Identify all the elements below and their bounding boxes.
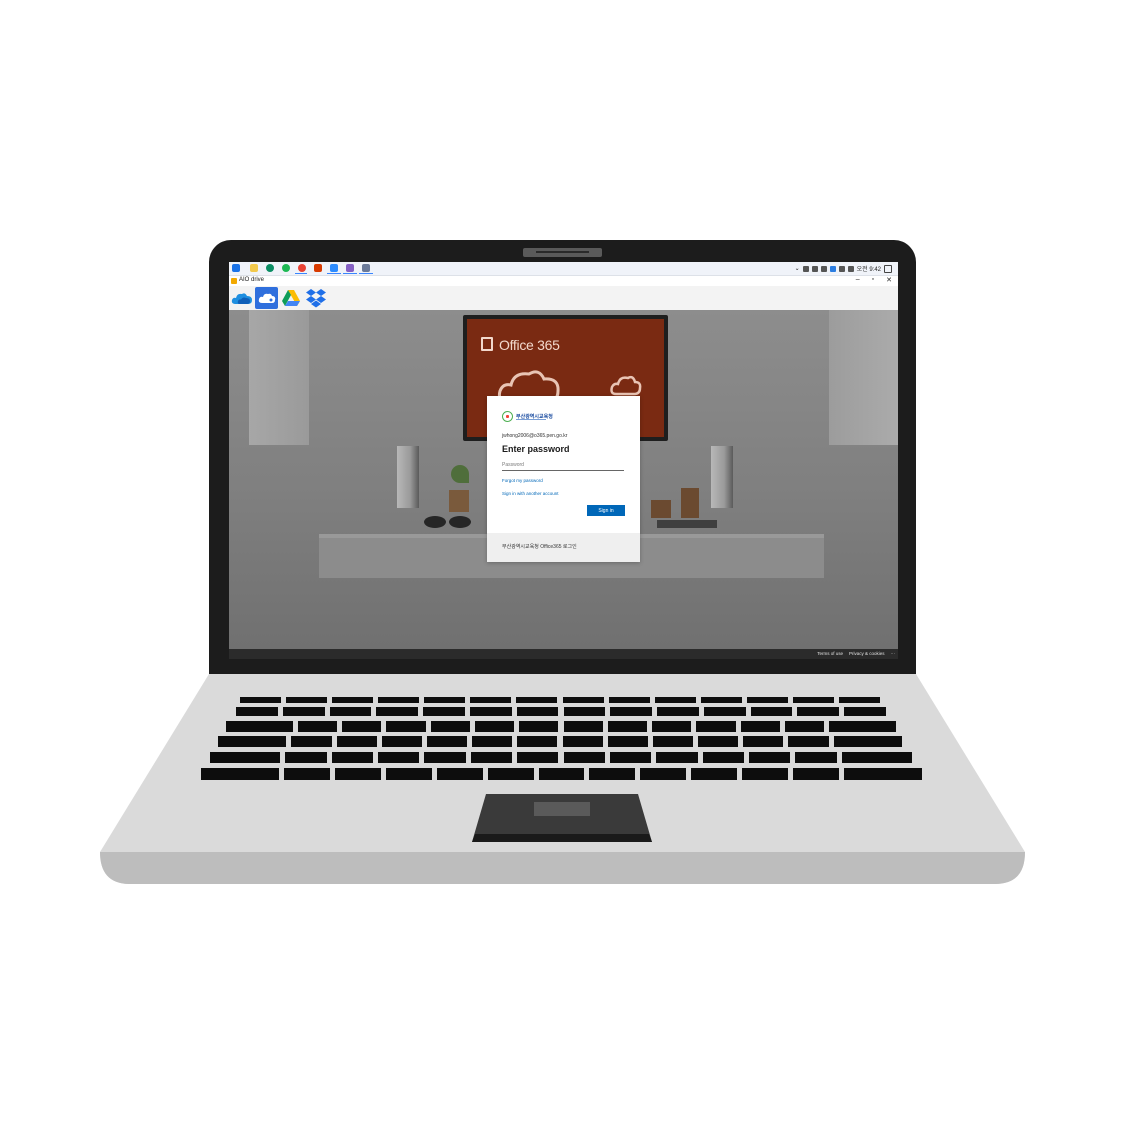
keyboard-key [610,707,653,716]
keyboard-key [517,752,559,763]
keyboard-key [470,752,513,763]
keyboard-key [519,721,559,732]
keyboard-key [843,768,922,780]
keyboard-key [334,768,381,780]
keyboard-key [424,752,466,763]
keyboard-key [742,768,789,780]
keyboard-key [329,707,372,716]
keyboard-key [562,736,603,747]
keyboard-key [240,697,282,703]
keyboard-key [563,721,603,732]
keyboard-key [654,697,696,703]
keyboard-key [226,721,293,732]
keyboard-key [563,752,605,763]
keyboard-key [469,707,512,716]
keyboard-key [516,697,558,703]
keyboard-key [691,768,738,780]
keyboard-key [795,752,837,763]
keyboard-key [652,736,694,747]
keyboard-key [750,707,793,716]
keyboard-key [562,697,604,703]
keyboard-key [784,721,825,732]
keyboard-key [297,721,338,732]
keyboard-key [702,752,744,763]
keyboard-key [331,752,374,763]
keyboard-key [236,707,278,716]
keyboard-key [563,707,606,716]
keyboard-key [342,721,382,732]
keyboard-key [838,697,880,703]
keyboard-key [656,752,698,763]
keyboard-key [538,768,585,780]
keyboard-key [282,707,325,716]
keyboard-key [841,752,912,763]
keyboard-key [700,697,742,703]
keyboard-key [792,697,834,703]
keyboard-key [286,697,328,703]
keyboard-key [426,736,468,747]
keyboard-key [517,736,558,747]
keyboard-key [788,736,829,747]
keyboard-key [378,697,420,703]
keyboard-key [833,736,902,747]
keyboard-key [378,752,420,763]
keyboard-key [285,752,327,763]
keyboard-key [386,721,426,732]
keyboard-key [652,721,692,732]
keyboard-key [472,736,513,747]
keyboard-key [430,721,470,732]
keyboard-key [424,697,466,703]
keyboard-key [284,768,330,780]
keyboard-key [640,768,687,780]
keyboard-key [608,697,650,703]
keyboard-key [487,768,534,780]
keyboard-key [376,707,419,716]
keyboard-key [436,768,483,780]
keyboard-key [201,768,280,780]
keyboard-key [607,736,648,747]
keyboard-key [470,697,512,703]
keyboard-key [844,707,886,716]
keyboard-key [748,752,791,763]
keyboard-key [385,768,432,780]
keyboard-key [291,736,332,747]
keyboard-key [589,768,636,780]
keyboard-key [797,707,840,716]
keyboard-key [696,721,736,732]
keyboard-key [698,736,739,747]
keyboard-key [474,721,515,732]
keyboard-key [381,736,422,747]
keyboard-key [793,768,839,780]
keyboard-key [516,707,559,716]
keyboard-key [746,697,788,703]
keyboard-key [657,707,699,716]
keyboard [0,0,1125,1125]
keyboard-key [740,721,780,732]
keyboard-key [336,736,377,747]
keyboard-key [829,721,896,732]
keyboard-key [703,707,746,716]
keyboard-key [607,721,648,732]
keyboard-key [423,707,465,716]
keyboard-key [609,752,652,763]
keyboard-key [218,736,287,747]
keyboard-key [743,736,784,747]
trackpad[interactable] [472,794,652,842]
keyboard-key [332,697,374,703]
keyboard-key [210,752,281,763]
